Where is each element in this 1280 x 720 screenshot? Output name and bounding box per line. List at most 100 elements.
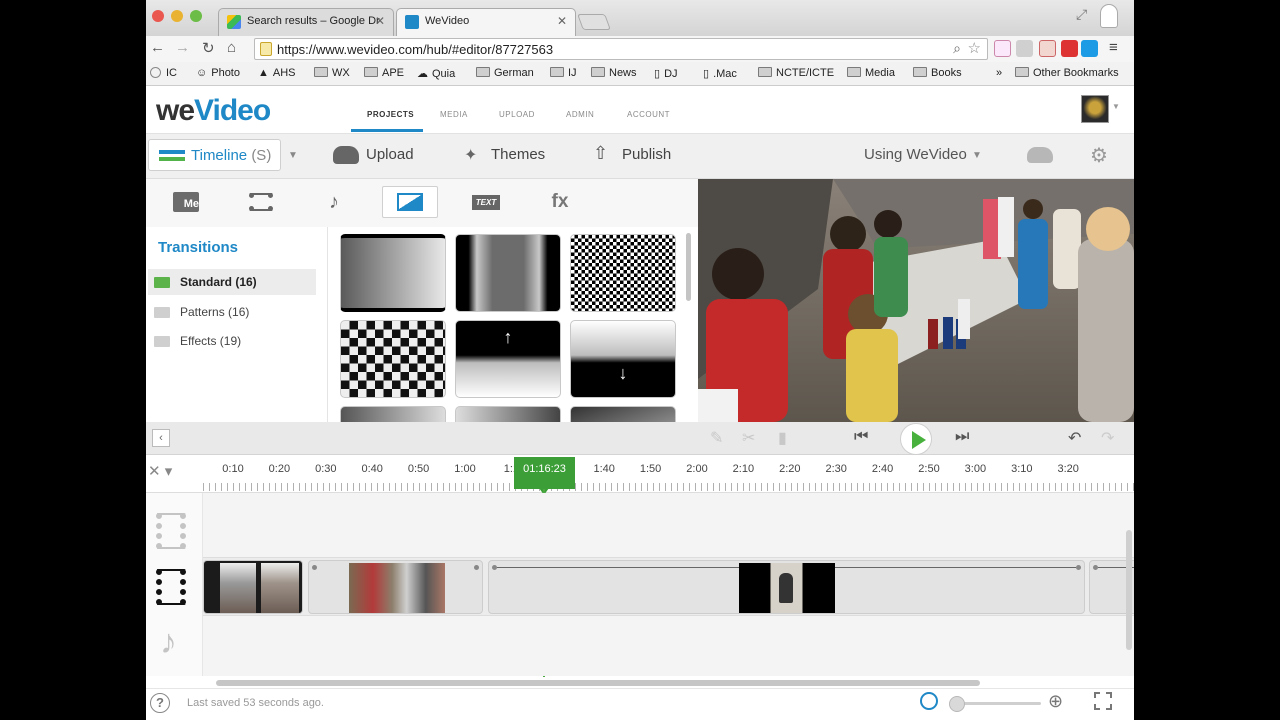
fit-to-screen-icon[interactable] bbox=[1094, 692, 1112, 710]
tab-transitions[interactable] bbox=[382, 186, 438, 218]
clip-handle[interactable] bbox=[474, 565, 479, 570]
clip-handle[interactable] bbox=[312, 565, 317, 570]
bookmark-folder[interactable]: APE bbox=[364, 67, 404, 79]
publish-button[interactable]: Publish bbox=[622, 146, 671, 163]
close-icon[interactable]: ✕ bbox=[557, 14, 567, 28]
video-clip[interactable] bbox=[203, 560, 303, 614]
video-track[interactable] bbox=[203, 557, 1134, 616]
transition-thumbnail[interactable]: ↑ bbox=[455, 320, 561, 398]
chevron-down-icon[interactable]: ▼ bbox=[972, 150, 982, 161]
skip-back-icon[interactable]: ⏮ bbox=[854, 428, 868, 446]
nav-media[interactable]: MEDIA bbox=[440, 110, 468, 119]
tab-wevideo[interactable]: WeVideo ✕ bbox=[396, 8, 576, 36]
chevron-down-icon[interactable]: ▼ bbox=[1112, 102, 1120, 111]
bookmark-folder[interactable]: Media bbox=[847, 67, 895, 79]
search-icon[interactable]: ⌕ bbox=[953, 40, 961, 57]
new-tab-button[interactable] bbox=[577, 14, 611, 30]
pencil-icon[interactable]: ✎ bbox=[710, 428, 723, 448]
publish-arrow-icon[interactable]: ⇧ bbox=[593, 143, 608, 164]
video-clip[interactable] bbox=[488, 560, 1085, 614]
tab-video[interactable] bbox=[233, 186, 289, 218]
bookmark-folder[interactable]: IJ bbox=[550, 67, 577, 79]
zoom-in-icon[interactable]: ⊕ bbox=[1048, 691, 1063, 712]
extension-icon[interactable] bbox=[1061, 40, 1078, 57]
bookmark-folder[interactable]: German bbox=[476, 67, 534, 79]
timeline-mode-button[interactable]: Timeline (S) bbox=[148, 139, 281, 171]
undo-icon[interactable]: ↶ bbox=[1068, 428, 1081, 448]
tab-google-drive[interactable]: Search results – Google Dr ✕ bbox=[218, 8, 394, 36]
skip-forward-icon[interactable]: ⏭ bbox=[955, 428, 969, 446]
transition-thumbnail[interactable] bbox=[340, 234, 446, 312]
zoom-slider-track[interactable] bbox=[956, 702, 1041, 705]
nav-admin[interactable]: ADMIN bbox=[566, 110, 594, 119]
help-icon[interactable]: ? bbox=[150, 693, 170, 713]
themes-button[interactable]: Themes bbox=[491, 146, 545, 163]
bookmark-item[interactable]: ☺ Photo bbox=[196, 67, 240, 79]
zoom-window-button[interactable] bbox=[190, 10, 202, 22]
tab-effects[interactable]: fx bbox=[532, 186, 588, 218]
close-icon[interactable]: ✕ bbox=[375, 14, 385, 28]
close-window-button[interactable] bbox=[152, 10, 164, 22]
category-effects[interactable]: Effects (19) bbox=[148, 328, 316, 354]
video-clip[interactable] bbox=[308, 560, 483, 614]
project-name-dropdown[interactable]: Using WeVideo bbox=[864, 146, 967, 163]
avatar[interactable] bbox=[1081, 95, 1109, 123]
wevideo-logo[interactable]: weVideo bbox=[156, 94, 271, 128]
star-icon[interactable]: ☆ bbox=[968, 39, 981, 57]
bookmark-folder[interactable]: Books bbox=[913, 67, 962, 79]
video-preview[interactable] bbox=[698, 179, 1134, 422]
tab-text[interactable]: TEXT bbox=[458, 186, 514, 218]
upload-button[interactable]: Upload bbox=[366, 146, 414, 163]
bookmark-folder[interactable]: News bbox=[591, 67, 637, 79]
chevron-down-icon[interactable]: ▼ bbox=[288, 150, 298, 161]
forward-arrow-icon[interactable]: → bbox=[175, 39, 190, 56]
minimize-window-button[interactable] bbox=[171, 10, 183, 22]
user-profile-icon[interactable] bbox=[1100, 4, 1118, 28]
library-scrollbar[interactable] bbox=[686, 233, 691, 301]
nav-upload[interactable]: UPLOAD bbox=[499, 110, 535, 119]
timeline-horizontal-scrollbar[interactable] bbox=[216, 680, 980, 686]
category-patterns[interactable]: Patterns (16) bbox=[148, 299, 316, 325]
collapse-panel-button[interactable]: ‹ bbox=[152, 429, 170, 447]
timeline-vertical-scrollbar[interactable] bbox=[1126, 530, 1132, 650]
menu-icon[interactable]: ≡ bbox=[1109, 39, 1118, 56]
extension-icon[interactable] bbox=[1016, 40, 1033, 57]
transition-thumbnail[interactable]: ↓ bbox=[570, 320, 676, 398]
magic-wand-icon[interactable]: ✦ bbox=[464, 145, 477, 165]
transition-thumbnail[interactable] bbox=[340, 406, 446, 422]
home-icon[interactable]: ⌂ bbox=[227, 39, 236, 56]
nav-account[interactable]: ACCOUNT bbox=[627, 110, 670, 119]
transition-thumbnail[interactable] bbox=[570, 406, 676, 422]
cloud-icon[interactable] bbox=[1027, 147, 1053, 163]
back-arrow-icon[interactable]: ← bbox=[150, 39, 165, 56]
tab-audio[interactable]: ♪ bbox=[306, 186, 362, 218]
extension-icon[interactable] bbox=[1039, 40, 1056, 57]
cloud-upload-icon[interactable] bbox=[333, 146, 359, 164]
tab-media[interactable]: Me bbox=[158, 186, 214, 218]
extension-icon[interactable] bbox=[994, 40, 1011, 57]
split-tool-icon[interactable]: ✕ ▾ bbox=[148, 462, 172, 480]
nav-projects[interactable]: PROJECTS bbox=[367, 110, 414, 119]
zoom-out-icon[interactable] bbox=[920, 692, 938, 710]
redo-icon[interactable]: ↷ bbox=[1101, 428, 1114, 448]
fullscreen-icon[interactable]: ⤢ bbox=[1076, 6, 1087, 23]
playhead-time[interactable]: 01:16:23 bbox=[514, 457, 575, 495]
bookmark-item[interactable]: ☁ Quia bbox=[417, 67, 455, 80]
category-standard[interactable]: Standard (16) bbox=[148, 269, 316, 295]
extension-icon[interactable] bbox=[1081, 40, 1098, 57]
reload-icon[interactable]: ↻ bbox=[202, 39, 215, 57]
zoom-slider-handle[interactable] bbox=[949, 696, 965, 712]
address-bar[interactable]: https://www.wevideo.com/hub/#editor/8772… bbox=[254, 38, 988, 60]
transition-thumbnail[interactable] bbox=[340, 320, 446, 398]
transition-thumbnail[interactable] bbox=[455, 406, 561, 422]
gear-icon[interactable]: ⚙ bbox=[1090, 143, 1108, 168]
bookmark-folder[interactable]: WX bbox=[314, 67, 350, 79]
bookmark-item[interactable]: ▲ AHS bbox=[258, 67, 296, 79]
trash-icon[interactable]: ▮ bbox=[778, 428, 787, 448]
transition-thumbnail[interactable] bbox=[455, 234, 561, 312]
transition-thumbnail[interactable] bbox=[570, 234, 676, 312]
bookmarks-overflow[interactable]: » bbox=[996, 67, 1002, 79]
play-button[interactable] bbox=[900, 423, 932, 455]
clip-handle[interactable] bbox=[1076, 565, 1081, 570]
bookmark-item[interactable]: ▯ .Mac bbox=[703, 67, 737, 80]
